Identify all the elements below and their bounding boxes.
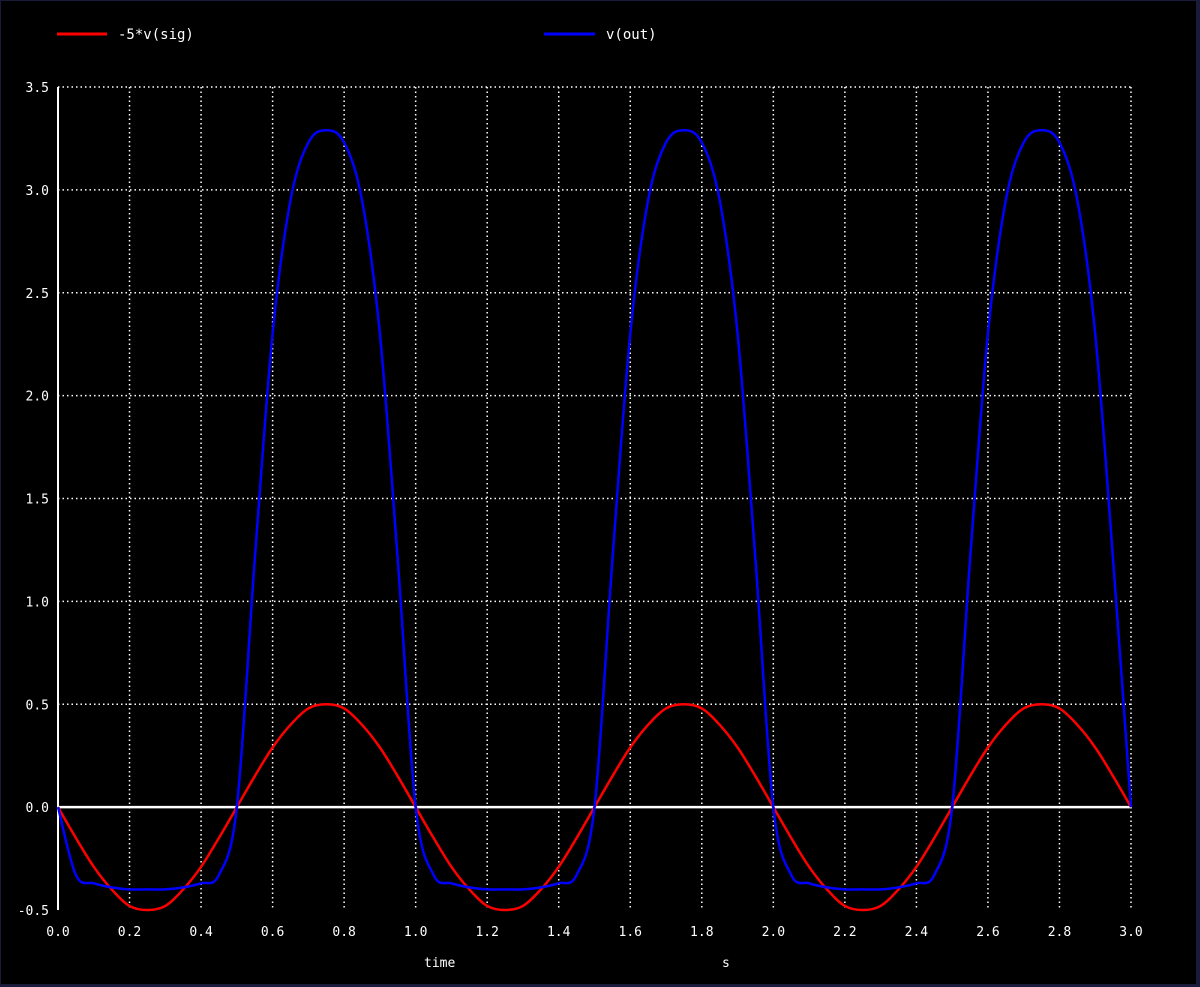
x-axis-label: time [424,956,455,971]
y-tick-label: 0.5 [26,698,49,713]
x-tick-label: 0.6 [261,925,284,940]
y-tick-label: 0.0 [26,801,49,816]
y-tick-label: 3.0 [26,184,49,199]
x-tick-label: 0.8 [332,925,355,940]
waveform-chart: 0.0 0.2 0.4 0.6 0.8 1.0 1.2 1.4 1.6 1.8 2.0 2.2 2.4 2… [18,27,1143,971]
y-tick-label: -0.5 [18,904,49,919]
x-tick-label: 0.2 [118,925,141,940]
x-tick-label: 1.6 [619,925,642,940]
x-tick-label: 2.4 [905,925,929,940]
x-tick-label: 1.2 [475,925,498,940]
grid-lines [58,86,1132,910]
legend: -5*v(sig) v(out) [57,27,657,43]
y-tick-label: 3.5 [26,81,49,96]
x-tick-label: 0.0 [46,925,69,940]
x-tick-label: 3.0 [1119,925,1142,940]
y-tick-label: 2.0 [26,390,49,405]
x-tick-label: 0.4 [189,925,213,940]
legend-label-out: v(out) [606,27,657,43]
x-axis-unit: s [722,956,730,971]
x-tick-label: 2.0 [762,925,785,940]
x-tick-label: 1.8 [690,925,713,940]
y-tick-label: 1.5 [26,493,49,508]
x-tick-label: 1.4 [547,925,571,940]
y-tick-label: 1.0 [26,595,49,610]
x-tick-label: 1.0 [404,925,427,940]
x-tick-label: 2.8 [1048,925,1071,940]
y-tick-label: 2.5 [26,287,49,302]
plot-window: 0.0 0.2 0.4 0.6 0.8 1.0 1.2 1.4 1.6 1.8 2.0 2.2 2.4 2… [1,1,1196,984]
x-tick-label: 2.6 [976,925,999,940]
legend-label-sig: -5*v(sig) [118,27,194,43]
x-tick-label: 2.2 [833,925,856,940]
series-lines [56,128,1133,912]
